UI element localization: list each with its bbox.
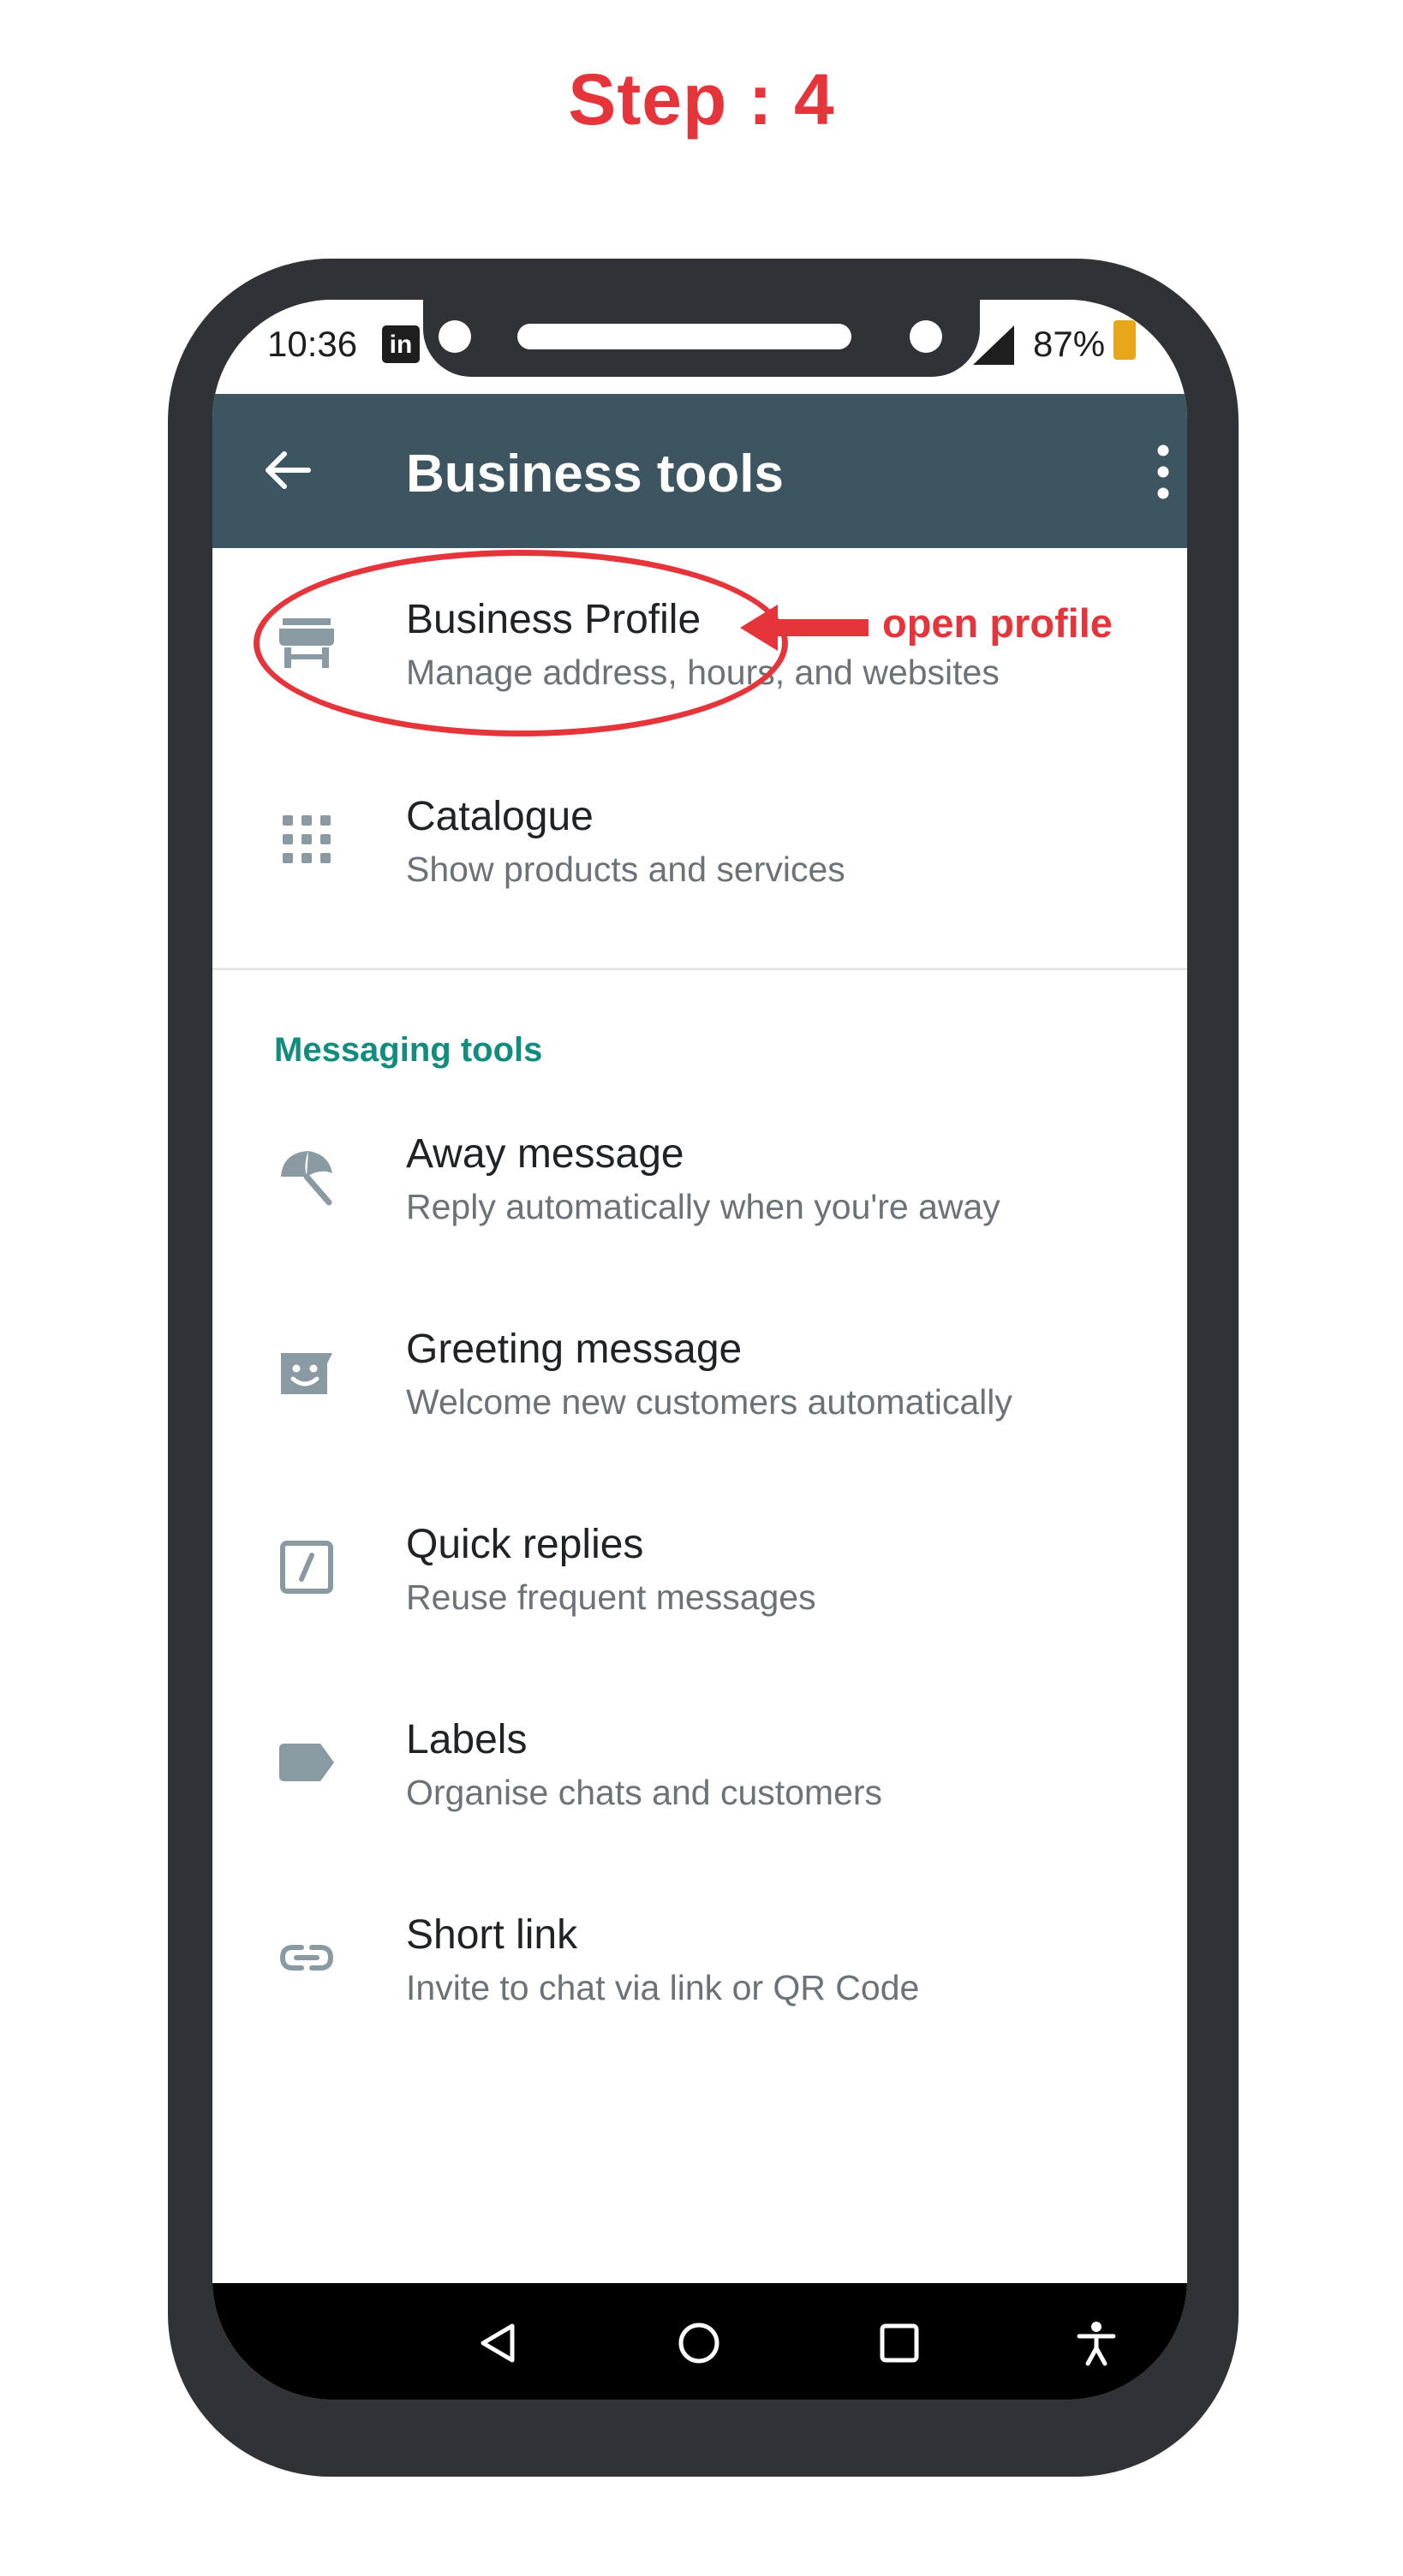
beach-umbrella-icon bbox=[281, 1151, 332, 1206]
quick-reply-icon bbox=[280, 1541, 333, 1594]
short-link-item[interactable]: Short link Invite to chat via link or QR… bbox=[212, 1863, 1187, 2052]
highlight-ellipse bbox=[254, 550, 788, 736]
battery-percentage: 87% bbox=[1033, 324, 1106, 364]
away-message-item[interactable]: Away message Reply automatically when yo… bbox=[212, 1082, 1187, 1271]
messaging-tools-header: Messaging tools bbox=[274, 1031, 543, 1069]
app-bar: Business tools bbox=[212, 394, 1187, 548]
step-title: Step : 4 bbox=[568, 59, 835, 140]
item-subtitle: Invite to chat via link or QR Code bbox=[406, 1968, 920, 2007]
item-title: Away message bbox=[406, 1131, 684, 1177]
item-title: Quick replies bbox=[406, 1522, 644, 1567]
page-title: Business tools bbox=[406, 444, 784, 504]
item-title: Greeting message bbox=[406, 1327, 743, 1372]
item-subtitle: Reuse frequent messages bbox=[406, 1577, 816, 1617]
item-subtitle: Organise chats and customers bbox=[406, 1773, 883, 1812]
arrow-back-icon[interactable] bbox=[259, 442, 315, 498]
more-vert-icon[interactable] bbox=[1155, 442, 1172, 502]
greeting-message-item[interactable]: Greeting message Welcome new customers a… bbox=[212, 1278, 1187, 1466]
back-triangle-icon[interactable] bbox=[475, 2319, 522, 2367]
item-subtitle: Welcome new customers automatically bbox=[406, 1382, 1012, 1422]
annotation-label: open profile bbox=[882, 600, 1113, 646]
front-camera-icon bbox=[439, 320, 471, 353]
item-title: Catalogue bbox=[406, 794, 594, 839]
item-subtitle: Reply automatically when you're away bbox=[406, 1187, 1000, 1226]
item-title: Labels bbox=[406, 1717, 528, 1762]
sensor-icon bbox=[910, 320, 942, 353]
quick-replies-item[interactable]: Quick replies Reuse frequent messages bbox=[212, 1473, 1187, 1661]
label-icon bbox=[279, 1744, 334, 1781]
system-nav-bar bbox=[212, 2283, 1187, 2400]
item-subtitle: Show products and services bbox=[406, 850, 845, 889]
home-circle-icon[interactable] bbox=[675, 2319, 723, 2367]
annotation-arrow-icon bbox=[740, 605, 869, 651]
labels-item[interactable]: Labels Organise chats and customers bbox=[212, 1668, 1187, 1857]
earpiece-speaker bbox=[517, 324, 851, 349]
item-title: Short link bbox=[406, 1912, 578, 1958]
battery-icon bbox=[1113, 320, 1136, 360]
camera-notch bbox=[423, 300, 980, 377]
linkedin-icon: in bbox=[382, 325, 420, 363]
greeting-face-icon bbox=[281, 1353, 332, 1394]
accessibility-icon[interactable] bbox=[1072, 2319, 1120, 2367]
status-bar: 10:36 in 87% bbox=[212, 300, 1187, 394]
signal-icon bbox=[973, 325, 1014, 365]
section-divider bbox=[212, 968, 1187, 970]
recents-square-icon[interactable] bbox=[875, 2319, 923, 2367]
catalogue-item[interactable]: Catalogue Show products and services bbox=[212, 745, 1187, 933]
link-icon bbox=[279, 1945, 334, 1971]
grid-dots-icon bbox=[283, 815, 331, 863]
status-time: 10:36 bbox=[267, 324, 358, 364]
